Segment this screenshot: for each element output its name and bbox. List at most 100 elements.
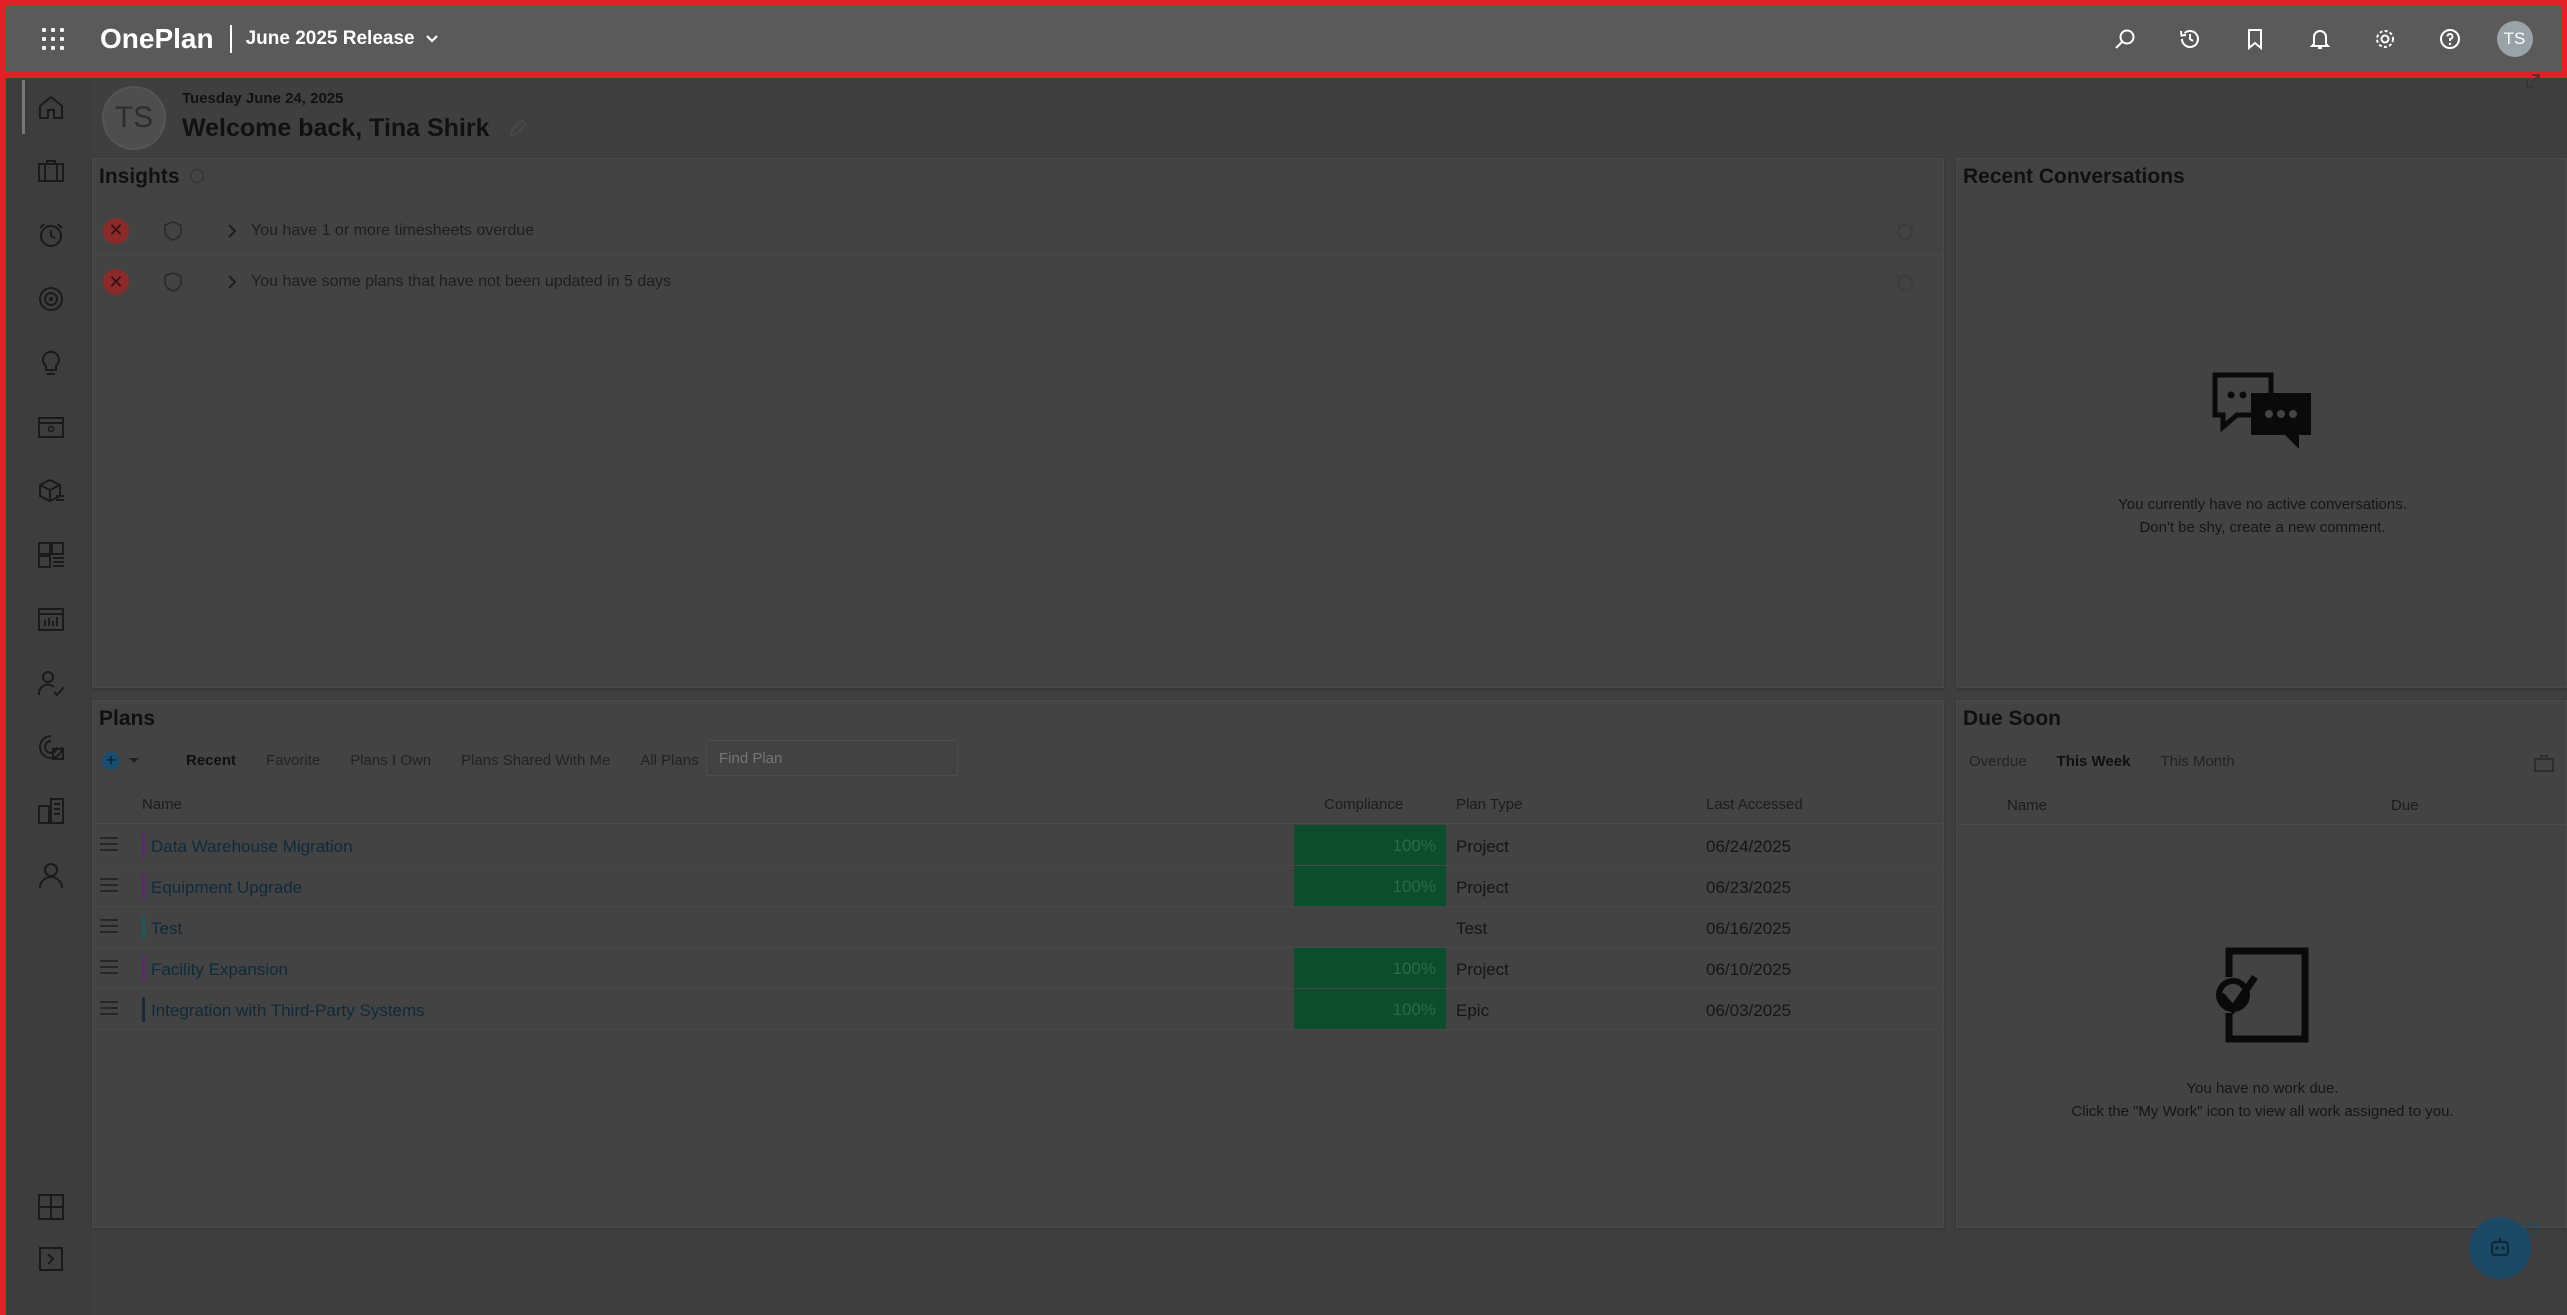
org-icon[interactable]	[30, 790, 72, 832]
table-row[interactable]: Equipment Upgrade 100% Project 06/23/202…	[92, 866, 1944, 907]
table-row[interactable]: Data Warehouse Migration 100% Project 06…	[92, 825, 1944, 866]
plan-color-bar	[142, 997, 145, 1022]
insight-row[interactable]: ✕ You have 1 or more timesheets overdue	[93, 207, 1943, 255]
last-accessed-cell: 06/23/2025	[1706, 878, 1792, 897]
due-header-divider	[1957, 824, 2567, 825]
compliance-cell: 100%	[1294, 866, 1446, 906]
lightbulb-icon[interactable]	[30, 342, 72, 384]
plan-name-link[interactable]: Integration with Third-Party Systems	[151, 1001, 425, 1021]
due-col-due[interactable]: Due	[2391, 797, 2419, 814]
portfolio-icon[interactable]	[30, 726, 72, 768]
refresh-icon[interactable]	[2525, 1222, 2539, 1236]
add-plan-button[interactable]: +	[102, 752, 140, 770]
due-col-name[interactable]: Name	[2007, 797, 2047, 814]
top-bar: OnePlan June 2025 Release TS	[0, 0, 2567, 78]
assistant-icon	[2490, 1238, 2510, 1257]
plan-name-link[interactable]: Test	[151, 919, 182, 939]
layout-icon[interactable]	[30, 1186, 72, 1228]
error-icon: ✕	[103, 217, 129, 244]
tab-plans-shared-with-me[interactable]: Plans Shared With Me	[461, 752, 610, 769]
welcome-avatar: TS	[102, 86, 166, 150]
chevron-right-icon[interactable]	[225, 274, 239, 290]
col-name[interactable]: Name	[142, 796, 182, 813]
popout-icon[interactable]	[2524, 72, 2542, 90]
history-icon[interactable]	[2157, 6, 2222, 72]
due-soon-tabs: Overdue This Week This Month	[1969, 753, 2265, 770]
grid-list-icon[interactable]	[30, 534, 72, 576]
drag-handle-icon[interactable]	[100, 960, 118, 978]
find-plan-input[interactable]	[706, 740, 958, 776]
insight-text: You have 1 or more timesheets overdue	[251, 221, 535, 239]
expand-icon[interactable]	[30, 1238, 72, 1280]
tab-this-month[interactable]: This Month	[2160, 753, 2234, 770]
resource-icon[interactable]	[30, 662, 72, 704]
drag-handle-icon[interactable]	[100, 1001, 118, 1019]
search-icon[interactable]	[2092, 6, 2157, 72]
chevron-right-icon[interactable]	[225, 223, 239, 239]
edit-icon[interactable]	[507, 117, 529, 139]
table-row[interactable]: Test Test 06/16/2025	[92, 907, 1944, 948]
bell-icon[interactable]	[2287, 6, 2352, 72]
waffle-icon[interactable]	[42, 28, 64, 50]
bookmark-icon[interactable]	[2222, 6, 2287, 72]
insights-title: Insights	[99, 165, 205, 189]
release-selector[interactable]: June 2025 Release	[246, 28, 439, 50]
info-icon[interactable]	[189, 168, 205, 184]
plans-title: Plans	[99, 707, 156, 730]
person-icon[interactable]	[30, 854, 72, 896]
plan-name-link[interactable]: Data Warehouse Migration	[151, 837, 353, 857]
briefcase-icon[interactable]	[2534, 755, 2554, 773]
snooze-icon[interactable]	[1895, 221, 1915, 241]
plan-name-link[interactable]: Facility Expansion	[151, 960, 288, 980]
chevron-down-icon	[425, 35, 438, 43]
last-accessed-cell: 06/24/2025	[1706, 837, 1792, 856]
gear-icon[interactable]	[2352, 6, 2417, 72]
user-avatar[interactable]: TS	[2482, 6, 2547, 72]
header-divider	[92, 823, 1944, 824]
app-name[interactable]: OnePlan	[100, 23, 214, 55]
empty-line: You currently have no active conversatio…	[2118, 496, 2407, 513]
snooze-icon[interactable]	[1895, 272, 1915, 292]
due-soon-panel: Due Soon Overdue This Week This Month Na…	[1956, 700, 2567, 1228]
plan-color-bar	[142, 915, 145, 940]
last-accessed-cell: 06/10/2025	[1706, 960, 1792, 979]
tab-plans-i-own[interactable]: Plans I Own	[350, 752, 431, 769]
tab-recent[interactable]: Recent	[186, 752, 236, 769]
drag-handle-icon[interactable]	[100, 919, 118, 937]
report-icon[interactable]	[30, 598, 72, 640]
tab-this-week[interactable]: This Week	[2057, 753, 2131, 770]
package-icon[interactable]	[30, 470, 72, 512]
insights-panel: Insights ✕ You have 1 or more timesheets…	[92, 158, 1944, 688]
brand-divider	[229, 25, 232, 53]
tab-favorite[interactable]: Favorite	[266, 752, 320, 769]
chat-bubbles-icon	[2212, 372, 2311, 449]
home-icon[interactable]	[30, 86, 72, 128]
table-row[interactable]: Facility Expansion 100% Project 06/10/20…	[92, 948, 1944, 989]
conversations-empty-message: You currently have no active conversatio…	[1957, 493, 2567, 539]
plan-type-cell: Epic	[1456, 1001, 1490, 1020]
plan-name-link[interactable]: Equipment Upgrade	[151, 878, 302, 898]
board-icon[interactable]	[30, 406, 72, 448]
assistant-fab[interactable]	[2469, 1217, 2531, 1279]
briefcase-icon[interactable]	[30, 150, 72, 192]
tab-overdue[interactable]: Overdue	[1969, 753, 2027, 770]
col-last-accessed[interactable]: Last Accessed	[1706, 796, 1803, 813]
empty-line: Don't be shy, create a new comment.	[2139, 519, 2386, 536]
plans-tabs: Recent Favorite Plans I Own Plans Shared…	[186, 752, 729, 769]
empty-line: Click the "My Work" icon to view all wor…	[2071, 1103, 2454, 1120]
plan-type-cell: Project	[1456, 960, 1509, 979]
drag-handle-icon[interactable]	[100, 878, 118, 896]
insight-row[interactable]: ✕ You have some plans that have not been…	[93, 258, 1943, 306]
help-icon[interactable]	[2417, 6, 2482, 72]
target-icon[interactable]	[30, 278, 72, 320]
shield-icon	[164, 272, 182, 292]
timesheet-icon[interactable]	[30, 214, 72, 256]
tab-all-plans[interactable]: All Plans	[640, 752, 698, 769]
drag-handle-icon[interactable]	[100, 837, 118, 855]
due-soon-empty-message: You have no work due. Click the "My Work…	[1957, 1077, 2567, 1123]
due-soon-title: Due Soon	[1963, 707, 2061, 730]
plan-type-cell: Project	[1456, 878, 1509, 897]
col-plan-type[interactable]: Plan Type	[1456, 796, 1522, 813]
table-row[interactable]: Integration with Third-Party Systems 100…	[92, 989, 1944, 1030]
col-compliance[interactable]: Compliance	[1324, 796, 1403, 813]
